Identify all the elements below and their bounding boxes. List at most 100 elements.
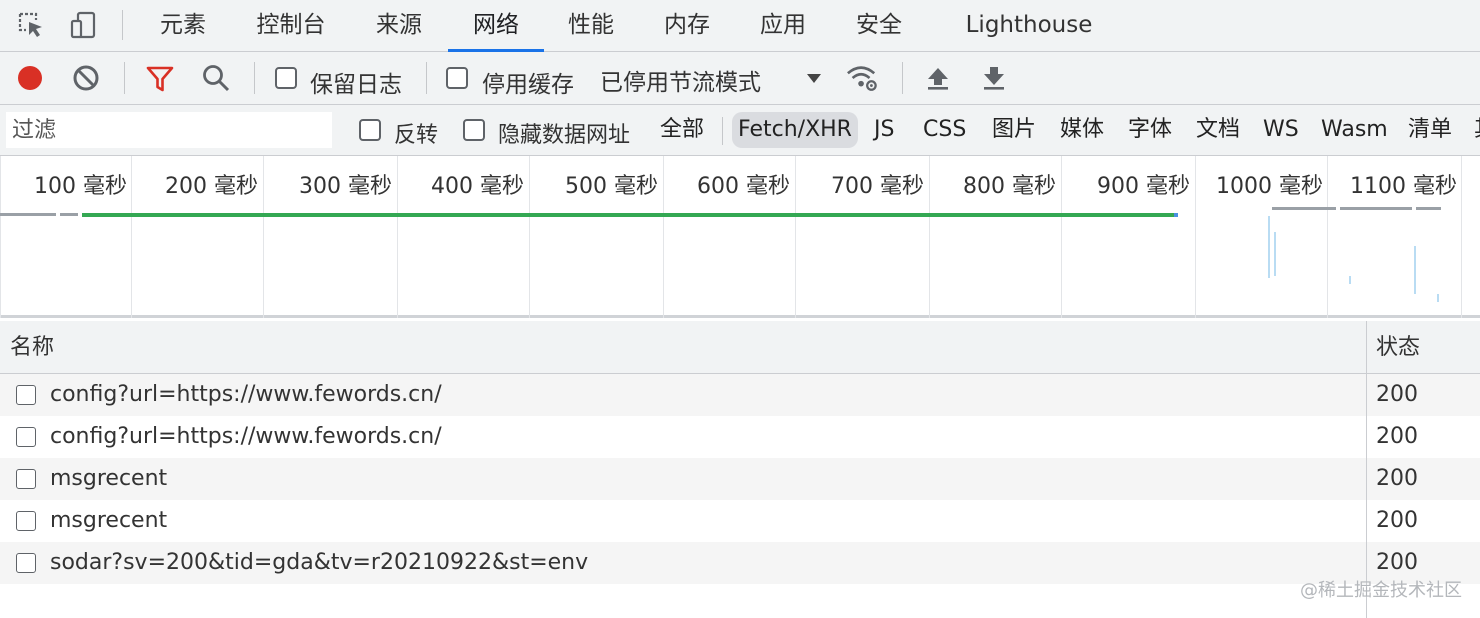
request-type-icon	[16, 385, 36, 405]
request-type-icon	[16, 469, 36, 489]
filter-type-wasm[interactable]: Wasm	[1315, 112, 1394, 148]
timeline-gridline	[1327, 156, 1328, 318]
timeline-request-bar	[1349, 276, 1351, 284]
device-toolbar-icon[interactable]	[66, 8, 100, 42]
toolbar-divider	[254, 62, 255, 94]
tab-memory[interactable]: 内存	[654, 0, 720, 52]
invert-checkbox[interactable]	[359, 119, 381, 141]
request-type-icon	[16, 511, 36, 531]
timeline-gridline	[1061, 156, 1062, 318]
filter-divider	[722, 117, 723, 145]
inspect-element-icon[interactable]	[14, 8, 48, 42]
timeline-gridline	[1195, 156, 1196, 318]
filter-type-ws[interactable]: WS	[1257, 112, 1305, 148]
import-har-icon[interactable]	[922, 62, 954, 94]
tab-lighthouse[interactable]: Lighthouse	[962, 0, 1096, 52]
request-name[interactable]: config?url=https://www.fewords.cn/	[50, 416, 442, 458]
request-status: 200	[1376, 424, 1418, 449]
timeline-gridline	[929, 156, 930, 318]
timeline-request-bar	[1174, 213, 1178, 217]
clear-icon[interactable]	[70, 62, 102, 94]
tab-network[interactable]: 网络	[448, 0, 544, 52]
timeline-tick-label: 100 毫秒	[34, 174, 127, 199]
filter-input[interactable]	[6, 112, 332, 148]
table-header: 名称 状态	[0, 321, 1480, 374]
preserve-log-label: 保留日志	[310, 72, 402, 98]
timeline-gridline	[1461, 156, 1462, 318]
request-status: 200	[1376, 508, 1418, 533]
toolbar-divider	[426, 62, 427, 94]
preserve-log-checkbox[interactable]	[275, 67, 297, 89]
timeline-tick-label: 800 毫秒	[963, 174, 1056, 199]
column-header-name[interactable]: 名称	[10, 321, 54, 374]
hide-data-urls-checkbox[interactable]	[463, 119, 485, 141]
tab-elements[interactable]: 元素	[150, 0, 216, 52]
filter-bar: 反转 隐藏数据网址 全部 Fetch/XHR JS CSS 图片 媒体 字体 文…	[0, 105, 1480, 156]
timeline-request-bar	[1437, 294, 1439, 302]
tab-security[interactable]: 安全	[846, 0, 912, 52]
timeline-gridline	[131, 156, 132, 318]
disable-cache-checkbox[interactable]	[446, 67, 468, 89]
timeline-gridline	[663, 156, 664, 318]
table-row[interactable]: config?url=https://www.fewords.cn/ 200	[0, 374, 1480, 416]
devtools-tab-bar: 元素 控制台 来源 网络 性能 内存 应用 安全 Lighthouse	[0, 0, 1480, 52]
filter-type-fetch-xhr[interactable]: Fetch/XHR	[732, 112, 858, 148]
tab-application[interactable]: 应用	[750, 0, 816, 52]
column-header-status[interactable]: 状态	[1376, 321, 1420, 374]
export-har-icon[interactable]	[978, 62, 1010, 94]
disable-cache-label: 停用缓存	[482, 72, 574, 98]
table-row[interactable]: msgrecent 200	[0, 458, 1480, 500]
filter-type-font[interactable]: 字体	[1122, 112, 1178, 148]
network-toolbar: 保留日志 停用缓存 已停用节流模式	[0, 52, 1480, 105]
tab-performance[interactable]: 性能	[558, 0, 624, 52]
timeline-request-bar	[1274, 232, 1276, 276]
filter-type-img[interactable]: 图片	[986, 112, 1042, 148]
column-divider[interactable]	[1366, 321, 1367, 618]
table-row[interactable]: msgrecent 200	[0, 500, 1480, 542]
overview-timeline[interactable]: 100 毫秒 200 毫秒 300 毫秒 400 毫秒 500 毫秒 600 毫…	[0, 156, 1480, 318]
timeline-tick-label: 1100 毫秒	[1350, 174, 1457, 199]
table-row[interactable]: sodar?sv=200&tid=gda&tv=r20210922&st=env…	[0, 542, 1480, 584]
filter-type-manifest[interactable]: 清单	[1402, 112, 1458, 148]
timeline-request-bar	[1272, 207, 1336, 210]
timeline-gridline	[397, 156, 398, 318]
filter-type-all[interactable]: 全部	[654, 112, 710, 148]
filter-type-other[interactable]: 其	[1468, 112, 1480, 148]
chevron-down-icon[interactable]	[798, 62, 830, 94]
timeline-request-bar	[1340, 207, 1412, 210]
timeline-request-bar	[1268, 216, 1270, 278]
record-icon[interactable]	[14, 62, 46, 94]
timeline-gridline	[263, 156, 264, 318]
request-name[interactable]: msgrecent	[50, 458, 167, 500]
request-type-icon	[16, 553, 36, 573]
timeline-green-bar	[82, 213, 1174, 217]
timeline-tick-label: 500 毫秒	[565, 174, 658, 199]
tab-sources[interactable]: 来源	[366, 0, 432, 52]
request-table: 名称 状态 config?url=https://www.fewords.cn/…	[0, 321, 1480, 618]
filter-icon[interactable]	[144, 62, 176, 94]
filter-type-doc[interactable]: 文档	[1190, 112, 1246, 148]
timeline-request-bar	[1416, 207, 1441, 210]
request-name[interactable]: config?url=https://www.fewords.cn/	[50, 374, 442, 416]
search-icon[interactable]	[200, 62, 232, 94]
filter-type-js[interactable]: JS	[868, 112, 900, 148]
timeline-gridline	[529, 156, 530, 318]
timeline-tick-label: 300 毫秒	[299, 174, 392, 199]
filter-type-media[interactable]: 媒体	[1054, 112, 1110, 148]
timeline-tick-label: 600 毫秒	[697, 174, 790, 199]
timeline-tick-label: 700 毫秒	[831, 174, 924, 199]
timeline-gridline	[0, 156, 1, 318]
request-name[interactable]: sodar?sv=200&tid=gda&tv=r20210922&st=env	[50, 542, 588, 584]
request-status: 200	[1376, 382, 1418, 407]
request-name[interactable]: msgrecent	[50, 500, 167, 542]
throttling-select[interactable]: 已停用节流模式	[600, 63, 761, 97]
filter-type-css[interactable]: CSS	[917, 112, 972, 148]
timeline-tick-label: 200 毫秒	[165, 174, 258, 199]
timeline-tick-label: 400 毫秒	[431, 174, 524, 199]
timeline-tick-label: 900 毫秒	[1097, 174, 1190, 199]
tab-console[interactable]: 控制台	[246, 0, 336, 52]
timeline-request-bar	[0, 213, 56, 216]
table-row[interactable]: config?url=https://www.fewords.cn/ 200	[0, 416, 1480, 458]
request-status: 200	[1376, 466, 1418, 491]
network-conditions-icon[interactable]	[846, 62, 878, 94]
